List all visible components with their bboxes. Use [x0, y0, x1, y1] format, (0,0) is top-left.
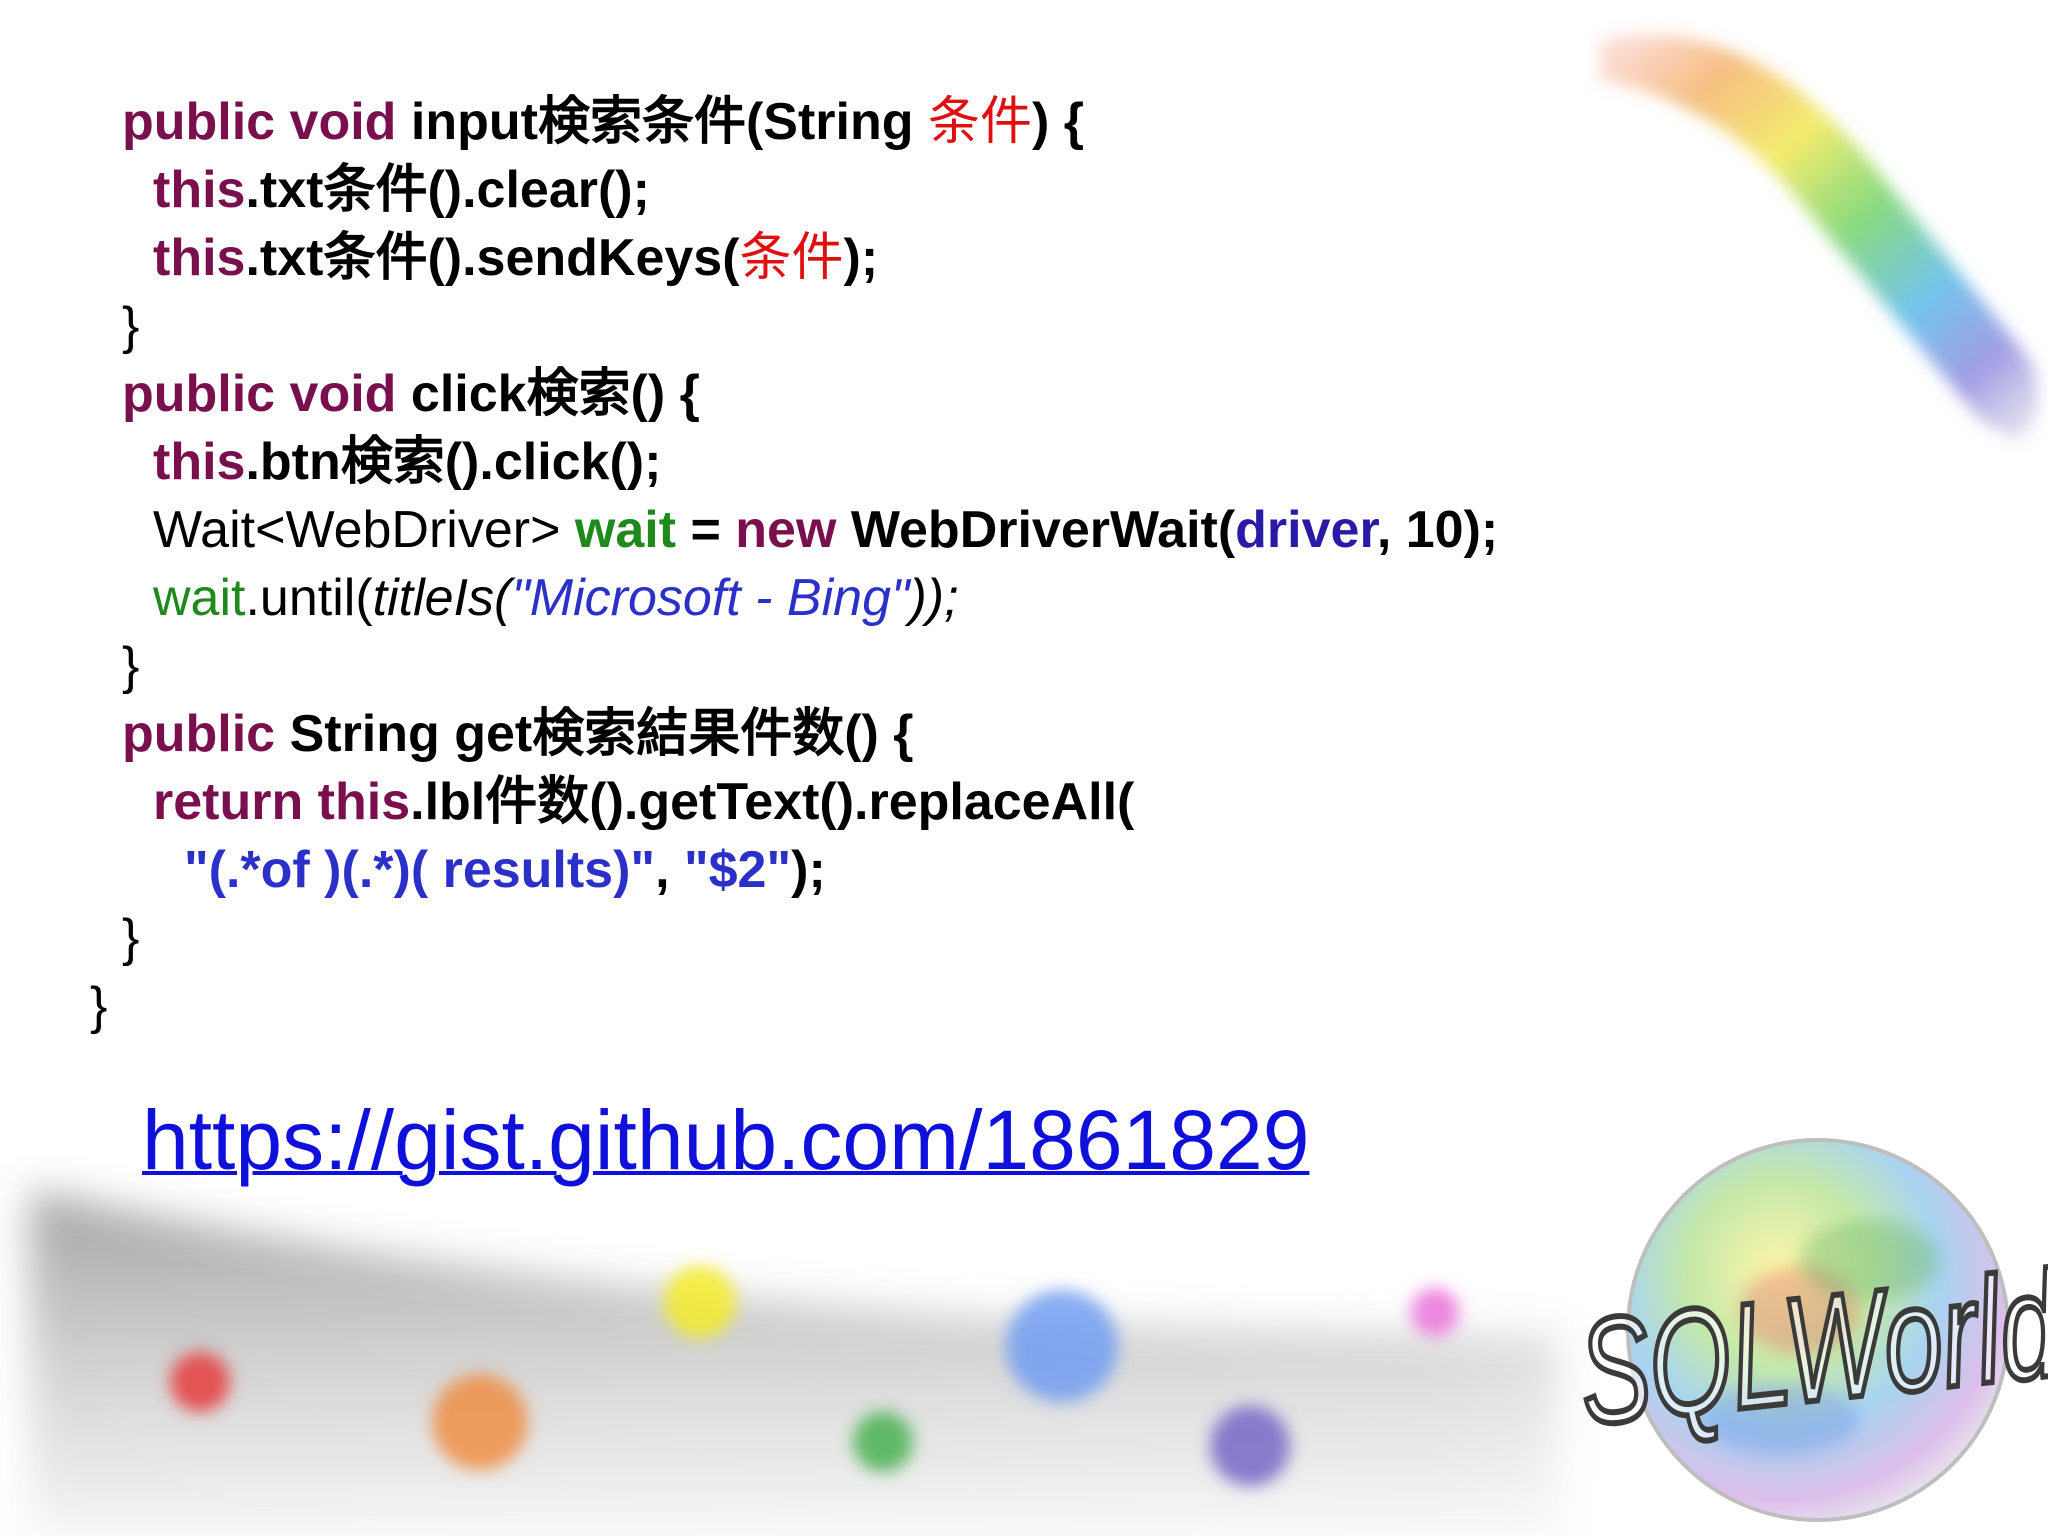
code-token: = — [676, 501, 736, 559]
code-token: )); — [909, 569, 959, 627]
code-token: 条件 — [927, 93, 1032, 151]
code-token: , 10); — [1376, 501, 1499, 559]
code-line: wait.until(titleIs("Microsoft - Bing")); — [153, 564, 959, 632]
code-token: ); — [791, 841, 826, 899]
code-line: Wait<WebDriver> wait = new WebDriverWait… — [153, 496, 1498, 564]
code-token: ) { — [1031, 93, 1084, 151]
code-token: this — [153, 433, 246, 491]
code-line: } — [122, 292, 139, 360]
code-token: this — [153, 161, 246, 219]
code-line: public void click検索() { — [122, 360, 700, 428]
code-token: return this — [153, 773, 411, 831]
gist-link[interactable]: https://gist.github.com/1861829 — [142, 1092, 1309, 1189]
code-line: } — [90, 972, 107, 1040]
code-token: titleIs( — [372, 569, 512, 627]
code-token: } — [122, 909, 140, 967]
code-token: .txt条件().clear(); — [245, 161, 650, 219]
slide: SQLWorld public void input検索条件(String 条件… — [0, 0, 2048, 1536]
code-token: WebDriverWait( — [850, 501, 1236, 559]
code-token: wait — [574, 501, 677, 559]
code-token: .until( — [245, 569, 373, 627]
code-token: "Microsoft - Bing" — [511, 569, 910, 627]
code-token: "$2" — [683, 841, 792, 899]
code-line: public void input検索条件(String 条件) { — [122, 88, 1084, 156]
code-token: , — [655, 841, 684, 899]
code-token: "(.*of )(.*)( results)" — [184, 841, 656, 899]
code-token: input検索条件(String — [410, 93, 928, 151]
code-line: "(.*of )(.*)( results)", "$2"); — [184, 836, 826, 904]
code-token: ); — [843, 229, 879, 287]
code-token: click検索() { — [410, 365, 700, 423]
code-line: this.txt条件().clear(); — [153, 156, 650, 224]
rainbow-ribbon — [1600, 34, 2039, 441]
code-line: } — [122, 632, 139, 700]
code-token: String get検索結果件数() { — [289, 705, 914, 763]
code-token: public — [122, 705, 290, 763]
code-token: public void — [122, 93, 411, 151]
code-token: Wait<WebDriver> — [153, 501, 575, 559]
code-line: return this.lbl件数().getText().replaceAll… — [153, 768, 1134, 836]
code-line: this.txt条件().sendKeys(条件); — [153, 224, 878, 292]
code-token: .txt条件().sendKeys( — [245, 229, 740, 287]
code-token: wait — [153, 569, 246, 627]
code-token: 条件 — [739, 229, 844, 287]
code-line: this.btn検索().click(); — [153, 428, 661, 496]
code-token: this — [153, 229, 246, 287]
code-token: .lbl件数().getText().replaceAll( — [410, 773, 1135, 831]
code-line: } — [122, 904, 139, 972]
code-token: new — [735, 501, 851, 559]
code-token: .btn検索().click(); — [245, 433, 662, 491]
code-token: } — [122, 637, 140, 695]
code-line: public String get検索結果件数() { — [122, 700, 914, 768]
code-token: } — [90, 977, 108, 1035]
code-token: driver — [1235, 501, 1377, 559]
code-token: public void — [122, 365, 411, 423]
code-token: } — [122, 297, 140, 355]
